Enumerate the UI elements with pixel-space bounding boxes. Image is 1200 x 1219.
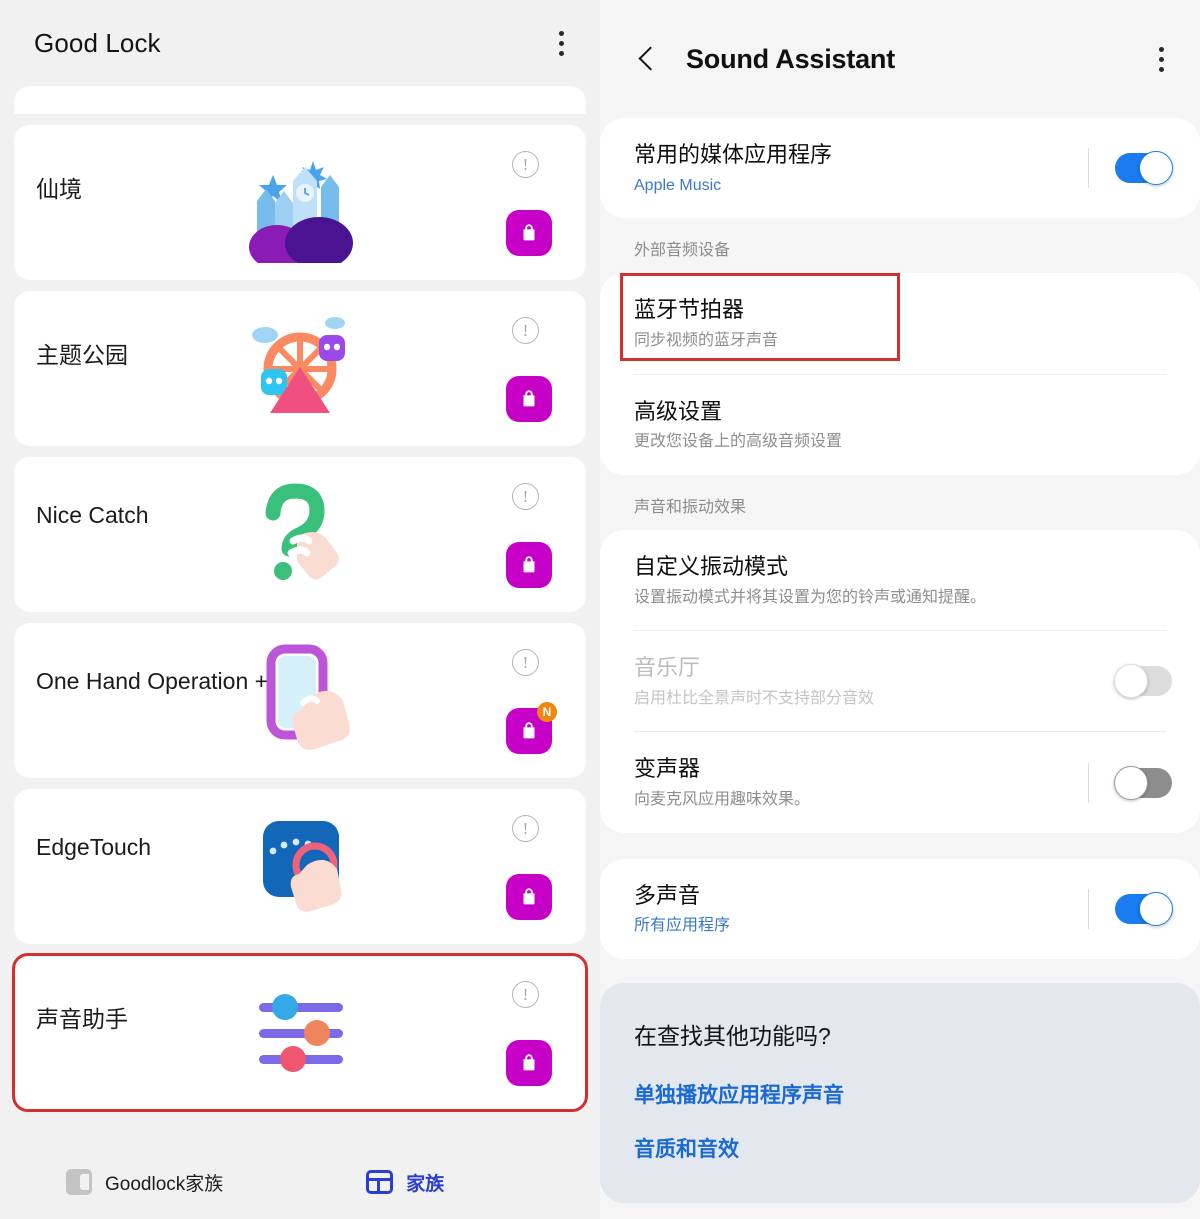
galaxy-store-icon[interactable]	[506, 210, 552, 256]
kebab-menu-icon[interactable]	[1144, 39, 1178, 79]
link-play-app-sound-separately[interactable]: 单独播放应用程序声音	[634, 1079, 1166, 1109]
toggle-voice-changer[interactable]	[1114, 765, 1172, 800]
info-icon[interactable]: !	[512, 649, 539, 676]
settings-group-sound-vibration: 自定义振动模式 设置振动模式并将其设置为您的铃声或通知提醒。 音乐厅 启用杜比全…	[600, 529, 1200, 833]
edgetouch-illustration	[263, 820, 342, 912]
list-item-partial[interactable]	[14, 86, 586, 114]
toggle-multi-sound[interactable]	[1115, 891, 1173, 926]
nav-label: 家族	[406, 1173, 445, 1195]
setting-subtitle: 同步视频的蓝牙声音	[634, 331, 779, 349]
galaxy-store-icon[interactable]: N	[506, 702, 557, 754]
setting-row-concert-hall: 音乐厅 启用杜比全景声时不支持部分音效	[600, 631, 1200, 731]
toggle-divider	[1088, 148, 1089, 189]
info-icon[interactable]: !	[512, 483, 539, 510]
setting-row-multi-sound[interactable]: 多声音 所有应用程序	[600, 859, 1200, 959]
nav-goodlock-family[interactable]: Goodlock家族	[66, 1169, 223, 1196]
settings-group-media-app: 常用的媒体应用程序 Apple Music	[600, 118, 1200, 219]
setting-title: 高级设置	[634, 398, 723, 424]
info-icon[interactable]: !	[512, 151, 539, 178]
galaxy-store-icon[interactable]	[506, 1040, 552, 1086]
sound-assistant-panel: Sound Assistant 常用的媒体应用程序 Apple Music 外部…	[600, 0, 1200, 1219]
nav-label: Goodlock家族	[105, 1173, 224, 1195]
setting-title: 蓝牙节拍器	[634, 297, 745, 323]
info-icon[interactable]: !	[512, 981, 539, 1008]
other-features-question: 在查找其他功能吗?	[634, 1022, 831, 1049]
app-name: 声音助手	[36, 1006, 128, 1032]
nicecatch-illustration	[265, 482, 339, 580]
nav-family[interactable]: 家族	[366, 1169, 444, 1196]
app-name: One Hand Operation +	[36, 668, 269, 694]
setting-subtitle: 更改您设备上的高级音频设置	[634, 433, 843, 451]
list-item[interactable]: One Hand Operation + ! N	[14, 623, 586, 778]
app-name: 主题公园	[36, 342, 128, 368]
setting-title: 自定义振动模式	[634, 553, 789, 579]
list-item[interactable]: EdgeTouch !	[14, 789, 586, 944]
info-icon[interactable]: !	[512, 317, 539, 344]
good-lock-panel: Good Lock 仙境 ! 主题公园 ! Nice Catch ! One H…	[0, 0, 600, 1219]
family-grid-icon	[366, 1170, 394, 1194]
toggle-divider	[1088, 762, 1089, 803]
app-name: EdgeTouch	[36, 834, 152, 860]
good-lock-header: Good Lock	[0, 0, 600, 86]
section-label-external-audio: 外部音频设备	[634, 242, 731, 260]
soundassistant-illustration	[259, 993, 343, 1072]
galaxy-store-icon[interactable]	[506, 376, 552, 422]
galaxy-store-icon[interactable]	[506, 542, 552, 588]
setting-row-advanced-settings[interactable]: 高级设置 更改您设备上的高级音频设置	[600, 375, 1200, 475]
list-item[interactable]: 主题公园 !	[14, 291, 586, 446]
setting-title: 多声音	[634, 882, 701, 908]
toggle-divider	[1088, 888, 1089, 929]
app-name: 仙境	[36, 176, 82, 202]
new-badge: N	[537, 702, 557, 722]
toggle-concert-hall	[1114, 664, 1172, 699]
setting-title: 音乐厅	[634, 655, 701, 681]
page-title: Good Lock	[34, 27, 161, 58]
setting-row-frequent-media-app[interactable]: 常用的媒体应用程序 Apple Music	[600, 118, 1200, 218]
page-title: Sound Assistant	[686, 43, 896, 74]
setting-row-bluetooth-metronome[interactable]: 蓝牙节拍器 同步视频的蓝牙声音	[600, 273, 1200, 373]
dual-pane-screenshot: Good Lock 仙境 ! 主题公园 ! Nice Catch ! One H…	[0, 0, 1200, 1219]
setting-title: 变声器	[634, 756, 701, 782]
onehand-illustration	[266, 644, 350, 750]
toggle-frequent-media-app[interactable]	[1115, 151, 1173, 186]
info-icon[interactable]: !	[512, 815, 539, 842]
setting-subtitle: 向麦克风应用趣味效果。	[634, 791, 811, 809]
back-chevron-icon[interactable]	[628, 39, 668, 79]
list-item[interactable]: Nice Catch !	[14, 457, 586, 612]
themepark-illustration	[252, 316, 345, 413]
settings-group-multi-sound: 多声音 所有应用程序	[600, 858, 1200, 959]
goodlock-family-icon	[66, 1169, 92, 1195]
wonderland-illustration	[249, 160, 353, 263]
bottom-navigation: Goodlock家族 家族	[0, 1145, 600, 1219]
setting-subtitle: 设置振动模式并将其设置为您的铃声或通知提醒。	[634, 588, 987, 606]
setting-row-custom-vibration[interactable]: 自定义振动模式 设置振动模式并将其设置为您的铃声或通知提醒。	[600, 530, 1200, 630]
setting-subtitle: 所有应用程序	[634, 917, 731, 935]
link-sound-quality-effects[interactable]: 音质和音效	[634, 1133, 1166, 1163]
list-item[interactable]: 仙境 !	[14, 125, 586, 280]
galaxy-store-icon[interactable]	[506, 874, 552, 920]
sound-assistant-header: Sound Assistant	[600, 0, 1200, 118]
section-label-sound-vibration: 声音和振动效果	[634, 498, 747, 516]
kebab-menu-icon[interactable]	[544, 23, 578, 63]
other-features-card: 在查找其他功能吗? 单独播放应用程序声音 音质和音效	[600, 982, 1200, 1203]
app-name: Nice Catch	[36, 502, 149, 528]
good-lock-card-list: 仙境 ! 主题公园 ! Nice Catch ! One Hand Operat…	[0, 86, 600, 1112]
setting-subtitle: Apple Music	[634, 176, 722, 194]
settings-group-external-audio: 蓝牙节拍器 同步视频的蓝牙声音 高级设置 更改您设备上的高级音频设置	[600, 273, 1200, 475]
setting-row-voice-changer[interactable]: 变声器 向麦克风应用趣味效果。	[600, 732, 1200, 832]
list-item-sound-assistant[interactable]: 声音助手 !	[12, 953, 588, 1112]
setting-subtitle: 启用杜比全景声时不支持部分音效	[634, 689, 875, 707]
setting-title: 常用的媒体应用程序	[634, 142, 833, 167]
